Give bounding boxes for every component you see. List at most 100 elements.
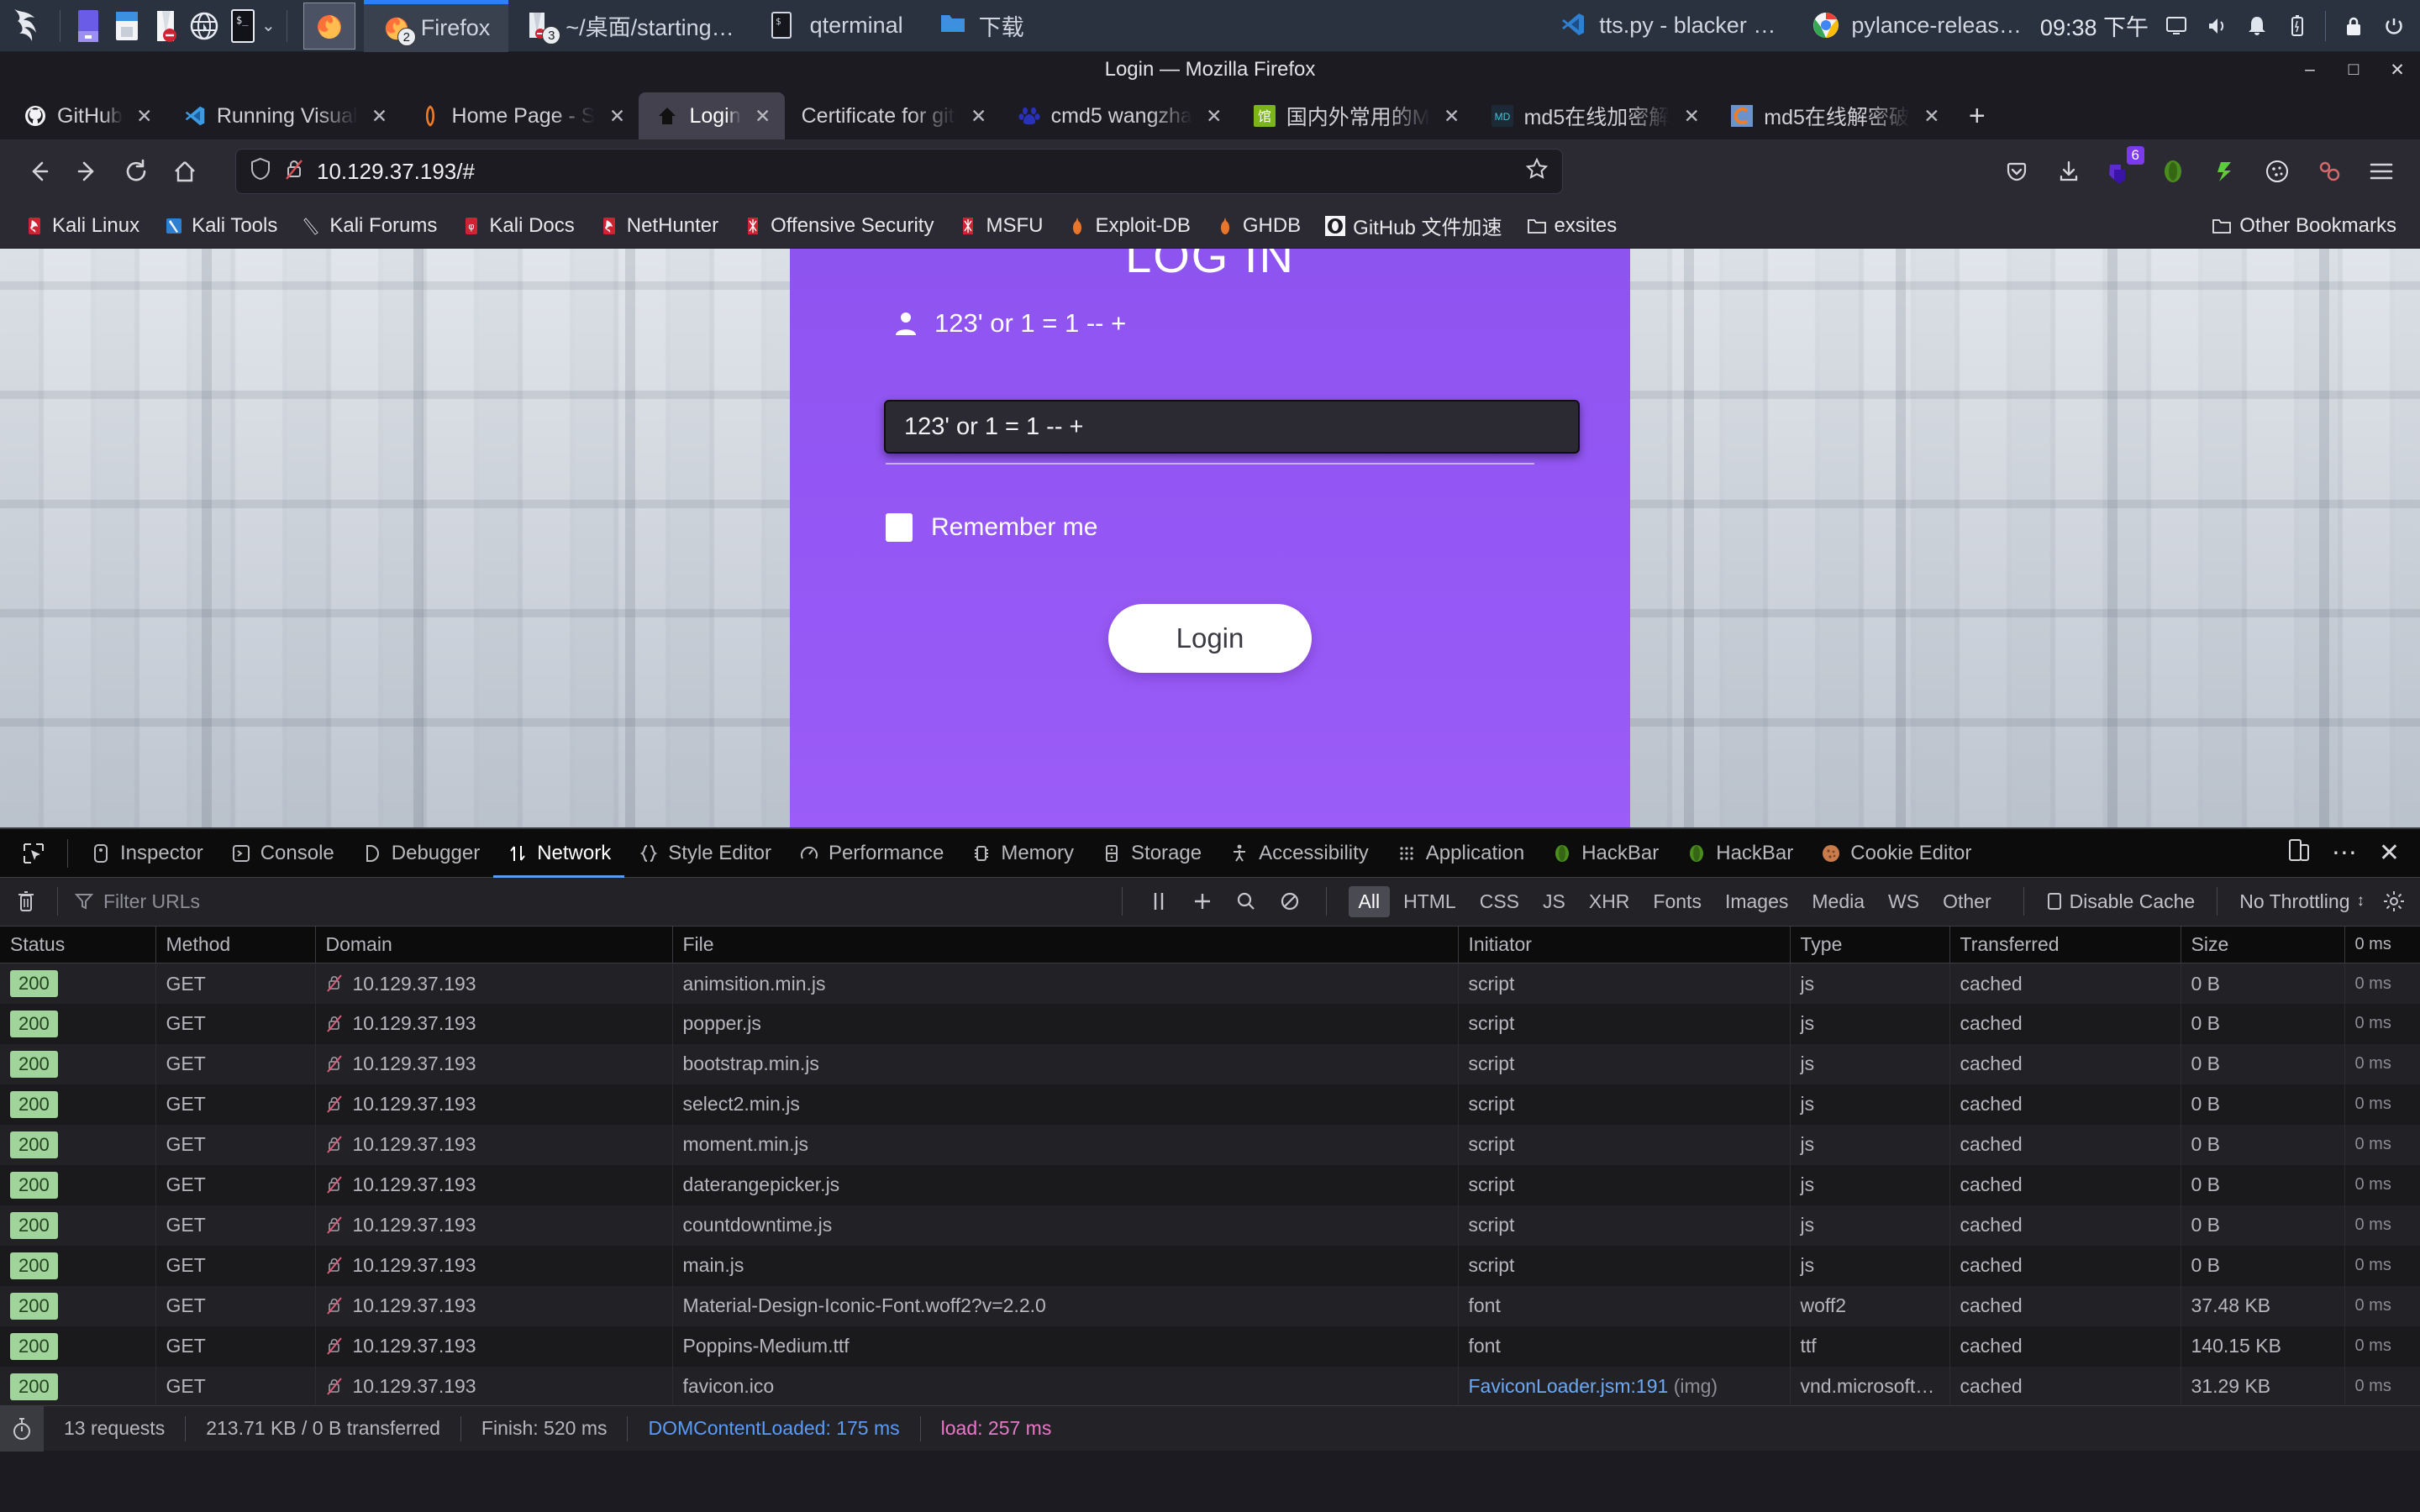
home-icon[interactable] (163, 150, 207, 193)
tab-close-icon[interactable]: ✕ (967, 105, 991, 128)
responsive-design-icon[interactable] (2288, 837, 2310, 869)
file-manager-icon[interactable] (71, 7, 105, 45)
taskbar-clock[interactable]: 09:38 下午 (2040, 9, 2149, 42)
table-row[interactable]: 200 GET 10.129.37.193 countdowntime.js s… (0, 1205, 2420, 1246)
filter-chip-fonts[interactable]: Fonts (1643, 886, 1712, 917)
app-menu-icon[interactable] (2360, 150, 2403, 193)
text-editor-icon[interactable] (149, 7, 182, 45)
extension-badge-icon[interactable]: 6 (2099, 150, 2143, 193)
battery-icon[interactable] (2285, 13, 2310, 39)
stopwatch-icon[interactable] (0, 1406, 44, 1452)
filter-chip-js[interactable]: JS (1533, 886, 1576, 917)
tab-certificate[interactable]: Certificate for gith ✕ (785, 92, 1001, 139)
table-row[interactable]: 200 GET 10.129.37.193 Poppins-Medium.ttf… (0, 1326, 2420, 1367)
autofill-suggestion[interactable]: 123' or 1 = 1 -- + (884, 400, 1580, 454)
tab-storage[interactable]: Storage (1087, 829, 1215, 878)
taskbar-window-document[interactable]: 3 ~/桌面/starting… (508, 0, 752, 52)
gear-icon[interactable] (2380, 887, 2408, 916)
tab-home-page[interactable]: Home Page - S ✕ (402, 92, 639, 139)
arrow-left-icon[interactable] (17, 150, 60, 193)
element-picker-icon[interactable] (8, 829, 59, 878)
column-header-timeline[interactable]: 0 ms (2344, 927, 2420, 963)
tab-guoneiwai[interactable]: 馆 国内外常用的M ✕ (1236, 92, 1474, 139)
filter-chip-other[interactable]: Other (1933, 886, 2002, 917)
remember-me-checkbox[interactable] (886, 513, 913, 542)
tab-github[interactable]: GitHub ✕ (7, 92, 166, 139)
taskbar-window-firefox[interactable]: 2 Firefox (364, 0, 509, 52)
bookmark-github-accel[interactable]: GitHub 文件加速 (1314, 207, 1512, 244)
tab-cmd5[interactable]: cmd5 wangzha ✕ (1001, 92, 1236, 139)
power-icon[interactable] (2381, 13, 2407, 39)
filter-urls-input[interactable]: Filter URLs (75, 890, 200, 913)
column-header-method[interactable]: Method (155, 927, 315, 963)
taskbar-window-downloads[interactable]: 下载 (922, 0, 1043, 52)
search-icon[interactable] (1232, 887, 1260, 916)
lock-slash-icon[interactable] (283, 157, 305, 186)
web-browser-icon[interactable] (187, 7, 221, 45)
volume-icon[interactable] (2204, 13, 2229, 39)
tab-network[interactable]: Network (493, 829, 624, 878)
bookmark-kali-forums[interactable]: Kali Forums (291, 211, 447, 241)
column-header-size[interactable]: Size (2181, 927, 2344, 963)
terminal-icon[interactable]: $_ (226, 7, 260, 45)
tab-close-icon[interactable]: ✕ (1920, 105, 1944, 128)
star-icon[interactable] (1525, 157, 1549, 186)
initiator-link[interactable]: FaviconLoader.jsm:191 (1469, 1375, 1669, 1397)
notification-bell-icon[interactable] (2244, 13, 2270, 39)
bookmark-other-bookmarks[interactable]: Other Bookmarks (2201, 211, 2407, 241)
tab-hackbar-1[interactable]: HackBar (1538, 829, 1672, 878)
filter-chip-xhr[interactable]: XHR (1579, 886, 1640, 917)
tab-cookie-editor[interactable]: Cookie Editor (1807, 829, 1985, 878)
table-row[interactable]: 200 GET 10.129.37.193 Material-Design-Ic… (0, 1286, 2420, 1326)
column-header-initiator[interactable]: Initiator (1458, 927, 1790, 963)
lock-icon[interactable] (2341, 13, 2366, 39)
filter-chip-css[interactable]: CSS (1470, 886, 1529, 917)
tab-close-icon[interactable]: ✕ (368, 105, 392, 128)
column-header-type[interactable]: Type (1790, 927, 1949, 963)
column-header-transferred[interactable]: Transferred (1949, 927, 2181, 963)
tab-debugger[interactable]: Debugger (348, 829, 493, 878)
bookmark-kali-tools[interactable]: Kali Tools (153, 211, 287, 241)
tab-application[interactable]: Application (1382, 829, 1538, 878)
tab-login[interactable]: Login ✕ (639, 92, 784, 139)
trash-icon[interactable] (12, 887, 40, 916)
network-request-list[interactable]: Status Method Domain File Initiator Type… (0, 927, 2420, 1405)
url-bar[interactable]: 10.129.37.193/# (235, 149, 1563, 194)
downloads-icon[interactable] (2047, 150, 2091, 193)
bookmark-kali-linux[interactable]: Kali Linux (13, 211, 150, 241)
new-tab-button[interactable]: + (1954, 92, 2001, 139)
cookie-editor-icon[interactable] (2255, 150, 2299, 193)
bookmark-kali-docs[interactable]: φ Kali Docs (450, 211, 584, 241)
tab-close-icon[interactable]: ✕ (751, 105, 775, 128)
login-button[interactable]: Login (1108, 604, 1312, 673)
display-icon[interactable] (2164, 13, 2189, 39)
filter-chip-images[interactable]: Images (1715, 886, 1798, 917)
table-row[interactable]: 200 GET 10.129.37.193 favicon.ico Favico… (0, 1367, 2420, 1405)
filter-chip-media[interactable]: Media (1802, 886, 1875, 917)
hackbar-icon[interactable] (2151, 150, 2195, 193)
tab-running-visual[interactable]: Running Visual ✕ (166, 92, 402, 139)
table-row[interactable]: 200 GET 10.129.37.193 animsition.min.js … (0, 963, 2420, 1004)
bookmark-msfu[interactable]: MSFU (947, 211, 1053, 241)
table-row[interactable]: 200 GET 10.129.37.193 main.js script js … (0, 1246, 2420, 1286)
username-input[interactable]: 123' or 1 = 1 -- + (934, 303, 1534, 344)
tab-md5-encrypt[interactable]: MD md5在线加密解 ✕ (1474, 92, 1714, 139)
tab-performance[interactable]: Performance (785, 829, 957, 878)
wappalyzer-icon[interactable] (2307, 150, 2351, 193)
filter-chip-ws[interactable]: WS (1878, 886, 1929, 917)
remember-me-row[interactable]: Remember me (886, 513, 1534, 542)
tab-memory[interactable]: Memory (957, 829, 1087, 878)
firefox-launcher-active[interactable] (303, 3, 355, 50)
bookmark-ghdb[interactable]: GHDB (1204, 211, 1311, 241)
tab-md5-decrypt[interactable]: md5在线解密破 ✕ (1713, 92, 1954, 139)
column-header-domain[interactable]: Domain (315, 927, 672, 963)
taskbar-window-qterminal[interactable]: $ qterminal (753, 0, 922, 52)
tab-console[interactable]: Console (217, 829, 348, 878)
minimize-icon[interactable]: – (2299, 59, 2321, 81)
block-icon[interactable] (1276, 887, 1304, 916)
url-text[interactable]: 10.129.37.193/# (317, 159, 475, 185)
shield-icon[interactable] (250, 157, 271, 186)
column-header-status[interactable]: Status (0, 927, 155, 963)
filter-chip-html[interactable]: HTML (1393, 886, 1466, 917)
tab-inspector[interactable]: Inspector (76, 829, 217, 878)
